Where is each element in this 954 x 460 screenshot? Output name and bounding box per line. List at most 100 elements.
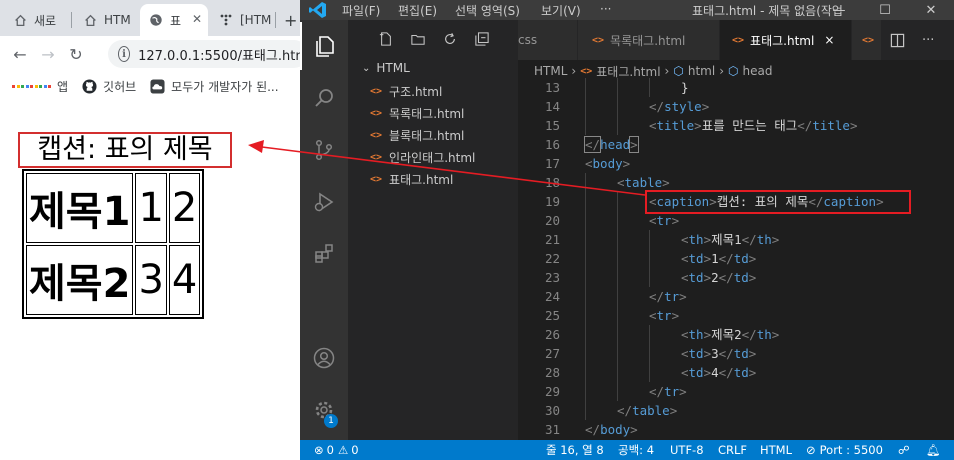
source-control-button[interactable]: [300, 126, 348, 174]
editor-tab-active[interactable]: <> 표태그.html ×: [720, 20, 852, 60]
accounts-button[interactable]: [300, 334, 348, 382]
indentation[interactable]: 공백: 4: [618, 440, 654, 460]
error-count: 0: [326, 443, 334, 457]
maximize-button[interactable]: ☐: [862, 0, 908, 20]
language-mode[interactable]: HTML: [760, 440, 792, 460]
end-of-line[interactable]: CRLF: [718, 440, 747, 460]
feedback-button[interactable]: ☍: [898, 440, 910, 460]
encoding[interactable]: UTF-8: [670, 440, 704, 460]
breadcrumb-item[interactable]: html: [688, 64, 715, 78]
new-tab-button[interactable]: +: [280, 4, 300, 36]
line-number: 16: [544, 137, 560, 152]
reload-button[interactable]: ↻: [62, 40, 90, 68]
refresh-button[interactable]: [440, 28, 460, 50]
extensions-icon: [315, 244, 333, 263]
explorer-file[interactable]: <> 인라인태그.html: [370, 146, 475, 168]
code-token: </: [741, 327, 757, 342]
back-button[interactable]: ←: [6, 40, 34, 68]
breadcrumb-item[interactable]: 표태그.html: [596, 63, 660, 80]
bookmark-cloud[interactable]: 모두가 개발자가 된...: [150, 78, 279, 95]
code-line: 26 <th>제목2</th>: [518, 325, 954, 344]
table-header-cell: 제목2: [26, 245, 134, 315]
code-editor[interactable]: 13} 14 </style> 15 <title>표를 만드는 태그</title> 1…: [518, 78, 954, 440]
code-text: <body>: [585, 154, 630, 173]
code-token: 2: [711, 270, 719, 285]
explorer-root-folder[interactable]: ⌄ HTML: [362, 61, 410, 75]
browser-tab-html[interactable]: HTM: [74, 4, 140, 36]
live-server-port[interactable]: ⊘ Port : 5500: [806, 440, 883, 460]
run-debug-button[interactable]: [300, 178, 348, 226]
code-token: title: [812, 118, 850, 133]
file-label: 인라인태그.html: [389, 150, 476, 165]
code-text: <td>1</td>: [681, 249, 756, 268]
code-text: <tr>: [649, 306, 679, 325]
code-token: td: [733, 365, 749, 380]
refresh-icon: [445, 33, 455, 44]
close-tab-icon[interactable]: ✕: [192, 12, 202, 26]
search-button[interactable]: [300, 74, 348, 122]
new-folder-button[interactable]: [408, 28, 428, 50]
indent-guide: [617, 287, 618, 306]
browser-tab-active[interactable]: 표 ✕: [140, 4, 208, 36]
cursor-position[interactable]: 줄 16, 열 8: [546, 440, 604, 460]
explorer-file[interactable]: <> 목록태그.html: [370, 102, 464, 124]
apps-grid-icon: [12, 84, 51, 88]
status-bar: ⊗ 0 ⚠ 0 줄 16, 열 8 공백: 4 UTF-8 CRLF HTML …: [300, 440, 954, 460]
browser-tab-new[interactable]: 새로: [4, 4, 72, 36]
line-number: 17: [544, 156, 560, 171]
bookmark-label: 앱: [57, 79, 69, 94]
new-file-button[interactable]: [376, 28, 396, 50]
forward-button[interactable]: →: [34, 40, 62, 68]
extensions-button[interactable]: [300, 230, 348, 278]
menu-view[interactable]: 보기(V): [541, 2, 581, 19]
notifications-button[interactable]: 🔔︎: [926, 440, 941, 460]
menu-selection[interactable]: 선택 영역(S): [455, 2, 520, 19]
tab-label: 목록태그.html: [610, 33, 686, 48]
html-file-icon: <>: [580, 65, 593, 77]
problems-indicator[interactable]: ⊗ 0 ⚠ 0: [314, 440, 359, 460]
indent-guide: [585, 382, 586, 401]
more-actions-button[interactable]: ···: [922, 20, 934, 60]
explorer-file[interactable]: <> 구조.html: [370, 80, 442, 102]
browser-tab-other[interactable]: [HTM: [210, 4, 276, 36]
close-icon: ✕: [925, 2, 937, 18]
menu-file[interactable]: 파일(F): [342, 2, 380, 19]
maximize-icon: ☐: [879, 2, 891, 18]
table-cell: 4: [168, 245, 201, 315]
editor-tab-list[interactable]: <> 목록태그.html: [578, 20, 720, 60]
code-text: </style>: [649, 97, 709, 116]
breadcrumb-item[interactable]: HTML: [534, 64, 567, 78]
bookmark-github[interactable]: 깃허브: [82, 78, 136, 95]
close-tab-icon[interactable]: ×: [824, 33, 834, 47]
explorer-button[interactable]: [300, 22, 348, 70]
home-icon: [12, 12, 28, 28]
code-token: >: [748, 270, 757, 285]
indent-guide: [649, 325, 650, 344]
indent-guide: [649, 230, 650, 249]
editor-tab-css[interactable]: css: [518, 20, 578, 60]
bookmark-apps[interactable]: 앱: [12, 78, 68, 95]
address-bar[interactable]: i 127.0.0.1:5500/표태그.htm: [108, 40, 300, 68]
minimize-button[interactable]: —: [816, 0, 862, 20]
menu-more[interactable]: ···: [600, 2, 611, 16]
table-cell: 3: [135, 245, 167, 315]
explorer-file[interactable]: <> 표태그.html: [370, 168, 453, 190]
editor-tab-overflow[interactable]: <>: [852, 20, 882, 60]
breadcrumb-item[interactable]: head: [742, 64, 772, 78]
code-token: >: [771, 327, 780, 342]
collapse-all-button[interactable]: [472, 28, 492, 50]
explorer-file[interactable]: <> 블록태그.html: [370, 124, 464, 146]
close-window-button[interactable]: ✕: [908, 0, 954, 20]
line-number: 22: [544, 251, 560, 266]
code-token: 제목1: [711, 232, 742, 247]
code-text: </table>: [617, 401, 677, 420]
menu-edit[interactable]: 편집(E): [398, 2, 437, 19]
code-token: >: [694, 118, 702, 133]
bookmarks-bar: 앱 깃허브 모두가 개발자가 된...: [0, 72, 300, 100]
manage-button[interactable]: 1: [300, 386, 348, 434]
split-editor-button[interactable]: [890, 20, 905, 60]
code-token: </: [718, 346, 734, 361]
tab-label: 표태그.html: [750, 33, 815, 48]
folder-label: HTML: [376, 61, 410, 75]
line-number: 27: [544, 346, 560, 361]
